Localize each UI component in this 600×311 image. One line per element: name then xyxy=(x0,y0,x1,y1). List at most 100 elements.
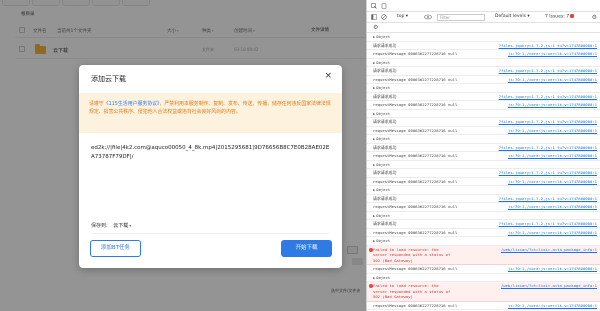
object-label: Object xyxy=(376,59,391,65)
log-levels-dropdown[interactable]: Default levels ▾ xyxy=(495,14,530,19)
console-log-entry[interactable]: ▶Object xyxy=(367,33,600,42)
source-link[interactable]: ?files.jquery=1.7.2,js:1 tu?v=1747800000… xyxy=(499,221,597,226)
console-error-entry[interactable]: Failed to load resource: the server respo… xyxy=(367,282,600,302)
console-log-entry[interactable]: requestMessage 0006362277228716 null js:7… xyxy=(367,76,600,84)
source-link[interactable]: js:70:1,/core:js:ver=lk.v=1747800000:1 xyxy=(508,179,597,184)
source-link[interactable]: js:70:1,/core:js:ver=lk.v=1747800000:1 xyxy=(508,153,597,158)
devtools-tabbar xyxy=(367,0,600,12)
clear-console-icon[interactable] xyxy=(381,14,387,20)
console-log-entry[interactable]: ▶Object xyxy=(367,135,600,144)
source-link[interactable]: ?files.jquery=1.7.2,js:1 tu?v=1747800000… xyxy=(499,68,597,73)
expand-triangle-icon[interactable]: ▶ xyxy=(373,214,375,220)
object-entry: ▶Object xyxy=(373,34,597,40)
console-log-entry[interactable]: ▶Object xyxy=(367,274,600,282)
source-link[interactable]: js:70:1,/core:js:ver=lk.v=1747800000:1 xyxy=(508,102,597,107)
agreement-link[interactable]: 《115生活用户服务协议》 xyxy=(104,101,160,107)
eye-icon[interactable] xyxy=(424,14,432,20)
console-log-entry[interactable]: requestMessage 0006362277228716 null js:7… xyxy=(367,229,600,237)
expand-triangle-icon[interactable]: ▶ xyxy=(373,276,375,282)
console-log-entry[interactable]: requestMessage 0006362277228716 null js:7… xyxy=(367,302,600,310)
source-link[interactable]: js:70:1,/core:js:ver=lk.v=1747800000:1 xyxy=(508,266,597,271)
console-log-entry[interactable]: 请求请求成功 ?files.jquery=1.7.2,js:1 tu?v=1747… xyxy=(367,42,600,50)
source-link[interactable]: /web/lixian/?ct=lixi=-a=ta_package_info:… xyxy=(501,247,597,252)
object-label: Object xyxy=(376,212,391,218)
object-entry: ▶Object xyxy=(373,275,597,281)
console-log-entry[interactable]: 请求请求成功 ?files.jquery=1.7.2,js:1 tu?v=1747… xyxy=(367,169,600,178)
save-location-row: 保存到: 云下载▾ xyxy=(91,222,131,229)
console-log-entry[interactable]: 请求请求成功 ?files.jquery=1.7.2,js:1 tu?v=1747… xyxy=(367,93,600,101)
expand-triangle-icon[interactable]: ▶ xyxy=(373,61,375,67)
console-log-entry[interactable]: ▶Object xyxy=(367,186,600,195)
issue-icon xyxy=(570,14,575,18)
source-link[interactable]: ?files.jquery=1.7.2,js:1 tu?v=1747800000… xyxy=(499,170,597,175)
console-log-list: ▶Object 请求请求成功 ?files.jquery=1.7.2,js:1 tu… xyxy=(367,33,600,311)
issues-counter[interactable]: 7 Issues: 7 xyxy=(545,14,575,20)
expand-triangle-icon[interactable]: ▶ xyxy=(373,239,375,245)
source-link[interactable]: ?files.jquery=1.7.2,js:1 tu?v=1747800000… xyxy=(499,94,597,99)
console-log-entry[interactable]: requestMessage 0006362277228716 null js:7… xyxy=(367,203,600,212)
console-log-entry[interactable]: ▶Object xyxy=(367,110,600,118)
source-link[interactable]: js:70:1,/core:js:ver=lk.v=1747800000:1 xyxy=(508,51,597,56)
source-link[interactable]: ?files.jquery=1.7.2,js:1 tu?v=1747800000… xyxy=(499,43,597,48)
source-link[interactable]: js:70:1,/core:js:ver=lk.v=1747800000:1 xyxy=(508,303,597,308)
console-log-entry[interactable]: 请求请求成功 ?files.jquery=1.7.2,js:1 tu?v=1747… xyxy=(367,195,600,203)
link-textarea[interactable]: ed2k://|file|4k2.com@aquco00050_4_8k.mp4… xyxy=(91,138,330,208)
console-error-entry[interactable]: Failed to load resource: the server respo… xyxy=(367,245,600,265)
console-log-entry[interactable]: requestMessage 0006362277228716 null js:7… xyxy=(367,50,600,59)
device-toggle-icon[interactable] xyxy=(381,3,387,9)
notice-text-before: 请遵守 xyxy=(89,101,104,107)
object-entry: ▶Object xyxy=(373,111,597,117)
console-log-entry[interactable]: 请求请求成功 ?files.jquery=1.7.2,js:1 tu?v=1747… xyxy=(367,118,600,127)
source-link[interactable]: ?files.jquery=1.7.2,js:1 tu?v=1747800000… xyxy=(499,145,597,150)
object-entry: ▶Object xyxy=(373,213,597,219)
console-log-entry[interactable]: ▶Object xyxy=(367,212,600,220)
object-entry: ▶Object xyxy=(373,136,597,142)
save-target-dropdown[interactable]: 云下载▾ xyxy=(113,223,131,229)
agreement-notice: 请遵守《115生活用户服务协议》，严禁利用本服务制作、复制、发布、传送、传播、储… xyxy=(79,93,342,133)
expand-triangle-icon[interactable]: ▶ xyxy=(373,112,375,118)
source-link[interactable]: /web/lixian/?ct=lixi=-a=ta_package_info:… xyxy=(501,283,597,288)
save-label: 保存到: xyxy=(91,223,108,229)
error-line: 502 (Bad Gateway) xyxy=(373,257,413,263)
settings-gear-icon[interactable]: ⚙ xyxy=(373,24,378,31)
expand-triangle-icon[interactable]: ▶ xyxy=(373,86,375,92)
console-log-entry[interactable]: ▶Object xyxy=(367,59,600,67)
add-bt-task-button[interactable]: 添加BT任务 xyxy=(90,240,141,257)
sidebar-toggle-icon[interactable] xyxy=(371,14,377,20)
console-log-entry[interactable]: ▶Object xyxy=(367,237,600,246)
source-link[interactable]: js:70:1,/core:js:ver=lk.v=1747800000:1 xyxy=(508,230,597,235)
console-log-entry[interactable]: requestMessage 0006362277228716 null js:7… xyxy=(367,101,600,110)
source-link[interactable]: js:70:1,/core:js:ver=lk.v=1747800000:1 xyxy=(508,128,597,133)
console-log-entry[interactable]: requestMessage 0006362277228716 null js:7… xyxy=(367,178,600,186)
source-link[interactable]: ?files.jquery=1.7.2,js:1 tu?v=1747800000… xyxy=(499,119,597,124)
object-label: Object xyxy=(376,161,391,167)
console-log-entry[interactable]: 请求请求成功 ?files.jquery=1.7.2,js:1 tu?v=1747… xyxy=(367,144,600,152)
console-log-entry[interactable]: ▶Object xyxy=(367,161,600,169)
console-log-entry[interactable]: 请求请求成功 ?files.jquery=1.7.2,js:1 tu?v=1747… xyxy=(367,220,600,229)
console-log-entry[interactable]: requestMessage 0006362277228716 null js:7… xyxy=(367,127,600,135)
console-log-entry[interactable]: requestMessage 0006362277228716 null js:7… xyxy=(367,152,600,161)
expand-triangle-icon[interactable]: ▶ xyxy=(373,188,375,194)
close-icon[interactable]: × xyxy=(324,72,332,81)
source-link[interactable]: ?files.jquery=1.7.2,js:1 tu?v=1747800000… xyxy=(499,196,597,201)
object-label: Object xyxy=(376,110,391,116)
context-select[interactable]: top ▾ xyxy=(397,14,408,19)
object-label: Object xyxy=(376,85,391,90)
object-entry: ▶Object xyxy=(373,60,597,66)
console-log-entry[interactable]: 请求请求成功 ?files.jquery=1.7.2,js:1 tu?v=1747… xyxy=(367,67,600,76)
source-link[interactable]: js:70:1,/core:js:ver=lk.v=1747800000:1 xyxy=(508,204,597,209)
expand-triangle-icon[interactable]: ▶ xyxy=(373,35,375,41)
source-link[interactable]: js:70:1,/core:js:ver=lk.v=1747800000:1 xyxy=(508,77,597,82)
divider xyxy=(91,233,330,234)
start-download-button[interactable]: 开始下载 xyxy=(281,240,332,257)
object-entry: ▶Object xyxy=(373,85,597,91)
console-log-entry[interactable]: ▶Object xyxy=(367,84,600,93)
inspect-icon[interactable] xyxy=(371,3,377,9)
expand-triangle-icon[interactable]: ▶ xyxy=(373,137,375,143)
expand-triangle-icon[interactable]: ▶ xyxy=(373,163,375,169)
error-line: 502 (Bad Gateway) xyxy=(373,294,413,299)
object-entry: ▶Object xyxy=(373,162,597,168)
filter-input[interactable]: Filter xyxy=(437,14,485,21)
gear-icon[interactable]: ⚙ xyxy=(592,14,597,21)
console-log-entry[interactable]: requestMessage 0006362277228716 null js:7… xyxy=(367,265,600,274)
